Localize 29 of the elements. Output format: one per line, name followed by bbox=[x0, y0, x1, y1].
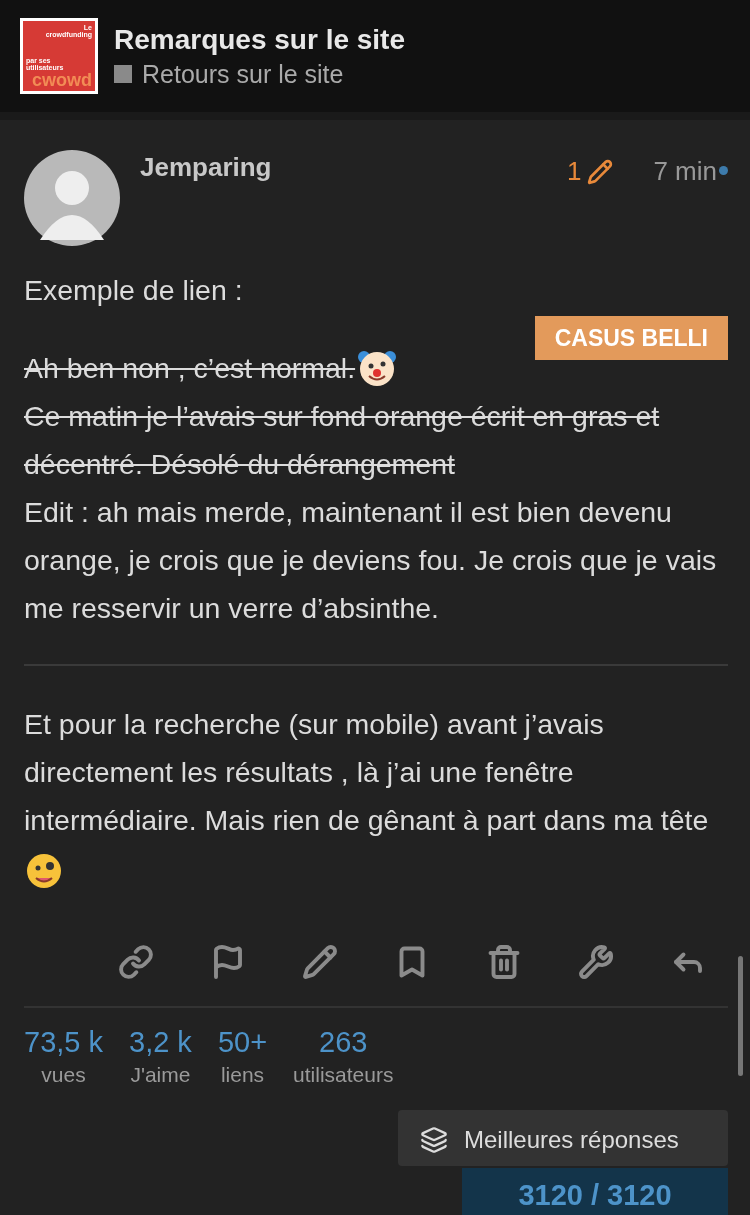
stat-value[interactable]: 73,5 k bbox=[24, 1026, 103, 1059]
post-text: Et pour la recherche (sur mobile) avant j’avais directement les résultats , là j’ai une fenêtre intermédiaire. Mais rien de gênant à part dans ma tête bbox=[24, 700, 728, 892]
top-replies-button[interactable]: Meilleures réponses bbox=[398, 1110, 728, 1166]
category-link[interactable]: Retours sur le site bbox=[142, 59, 344, 89]
post-time[interactable]: 7 min bbox=[653, 156, 717, 187]
pencil-icon bbox=[587, 158, 614, 185]
topic-title[interactable]: Remarques sur le site bbox=[114, 23, 406, 56]
stat-value[interactable]: 3,2 k bbox=[129, 1026, 192, 1059]
struck-text: Ce matin je l’avais sur fond orange écrit en gras et décentré. Désolé du dérangement bbox=[24, 399, 661, 482]
layers-icon bbox=[420, 1126, 448, 1154]
author-name[interactable]: Jemparing bbox=[140, 152, 567, 183]
stat-value[interactable]: 50+ bbox=[217, 1026, 268, 1059]
clown-emoji-icon bbox=[357, 348, 398, 388]
struck-text: Ah ben non , c’est normal. bbox=[24, 351, 356, 386]
wrench-button[interactable] bbox=[578, 944, 614, 980]
post-text: Edit : ah mais merde, maintenant il est bien devenu orange, je crois que je deviens fou. Je crois que je vais me resservir un verre d’absinthe. bbox=[24, 495, 718, 626]
pencil-button[interactable] bbox=[302, 944, 338, 980]
progress-counter[interactable]: 3120 / 3120 bbox=[462, 1168, 728, 1215]
scrollbar[interactable] bbox=[738, 956, 743, 1076]
stat-label: liens bbox=[220, 1063, 265, 1087]
post-text: Exemple de lien : bbox=[24, 273, 244, 308]
avatar[interactable] bbox=[24, 150, 120, 246]
edit-history-button[interactable]: 1 bbox=[566, 156, 614, 187]
trash-button[interactable] bbox=[486, 944, 522, 980]
link-button[interactable] bbox=[118, 944, 154, 980]
stat-label: J'aime bbox=[130, 1063, 191, 1087]
stat-label: vues bbox=[41, 1063, 86, 1087]
stat-label: utilisateurs bbox=[293, 1063, 394, 1087]
stat-value[interactable]: 263 bbox=[319, 1026, 368, 1059]
